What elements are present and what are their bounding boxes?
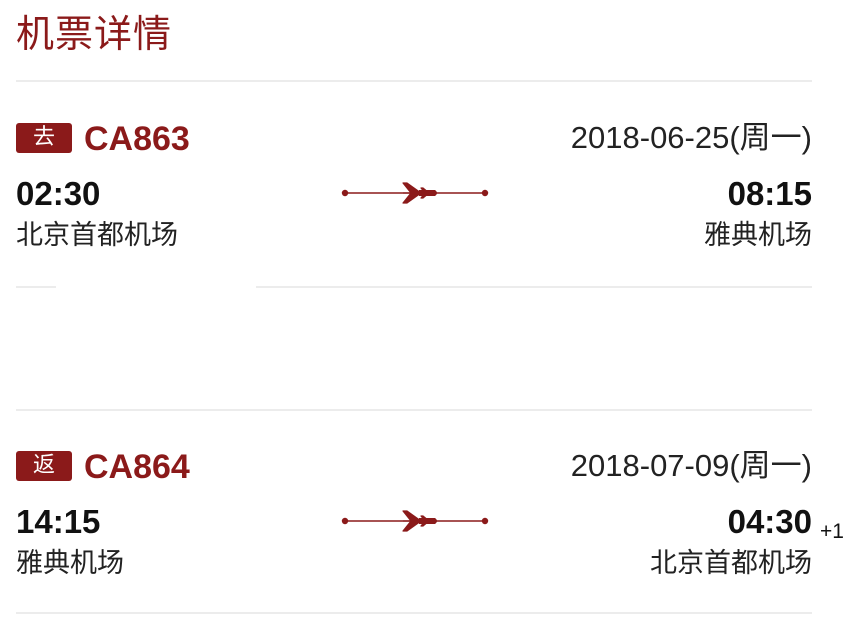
airplane-icon (341, 182, 489, 204)
airplane-icon (341, 510, 489, 532)
header-divider (16, 80, 812, 82)
arrival-time: 04:30 (727, 503, 812, 540)
arrival-airport: 北京首都机场 (650, 548, 812, 579)
flight-date: 2018-06-25(周一) (570, 120, 812, 155)
ticket-detail-page: 机票详情 去 CA863 2018-06-25(周一) 02:30 北京首都机场… (0, 0, 864, 624)
departure-airport: 雅典机场 (16, 548, 124, 579)
arrival-airport: 雅典机场 (704, 220, 812, 251)
section-divider (16, 409, 812, 411)
flight-number: CA863 (84, 120, 190, 158)
direction-badge: 返 (16, 451, 72, 481)
direction-badge: 去 (16, 123, 72, 153)
flight-date: 2018-07-09(周一) (570, 448, 812, 483)
card-divider (256, 286, 812, 288)
card-divider (16, 286, 56, 288)
departure-time: 02:30 (16, 175, 101, 212)
arrival-time: 08:15 (727, 175, 812, 212)
departure-time: 14:15 (16, 503, 101, 540)
arrival-day-offset: +1 (820, 520, 844, 543)
card-divider (16, 612, 812, 614)
flight-header: 去 CA863 2018-06-25(周一) (16, 118, 812, 162)
flight-header: 返 CA864 2018-07-09(周一) (16, 446, 812, 490)
return-flight-card[interactable]: 返 CA864 2018-07-09(周一) 14:15 雅典机场 04:30 … (16, 446, 844, 616)
page-title: 机票详情 (16, 12, 173, 56)
outbound-flight-card[interactable]: 去 CA863 2018-06-25(周一) 02:30 北京首都机场 08:1… (16, 118, 844, 288)
flight-number: CA864 (84, 448, 190, 486)
departure-airport: 北京首都机场 (16, 220, 178, 251)
